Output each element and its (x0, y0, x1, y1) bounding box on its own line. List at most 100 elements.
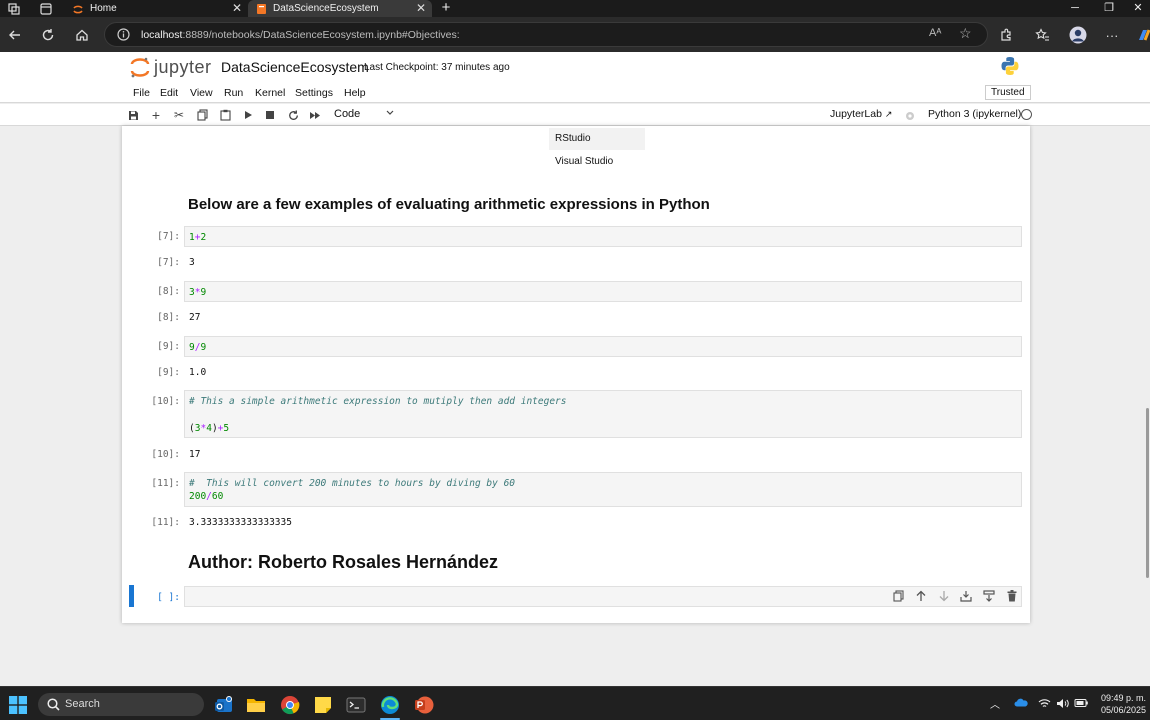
code-number: 9 (200, 342, 207, 353)
code-number: 60 (211, 491, 224, 502)
jupyter-logo-text: jupyter (154, 56, 212, 77)
python-logo-icon (1000, 56, 1020, 76)
workspaces-icon[interactable] (6, 1, 22, 16)
search-label: Search (65, 698, 100, 710)
tab-actions-icon[interactable] (38, 1, 54, 16)
run-all-icon[interactable] (308, 108, 322, 122)
menu-edit[interactable]: Edit (160, 87, 178, 99)
cell-output: 1.0 (189, 367, 207, 378)
favorites-button[interactable] (1032, 25, 1052, 45)
wifi-icon[interactable] (1038, 698, 1051, 709)
save-icon[interactable] (126, 108, 140, 122)
read-aloud-icon[interactable]: Aᴬ (929, 27, 941, 39)
puzzle-icon (1001, 28, 1011, 41)
code-cell-input[interactable]: 3*9 (184, 281, 1022, 302)
output-prompt: [11]: (151, 517, 180, 528)
browser-nav-bar: localhost:8889/notebooks/DataScienceEcos… (0, 17, 1150, 52)
close-tab-icon[interactable]: ✕ (416, 0, 426, 16)
new-tab-button[interactable]: + (434, 0, 458, 17)
stop-icon[interactable] (263, 108, 277, 122)
run-icon[interactable] (241, 108, 255, 122)
restore-button[interactable]: ❐ (1092, 0, 1126, 17)
minimize-button[interactable]: ─ (1058, 0, 1092, 17)
move-down-icon[interactable] (938, 590, 950, 602)
code-cell-input[interactable]: 1+2 (184, 226, 1022, 247)
info-icon[interactable] (117, 28, 130, 41)
profile-avatar[interactable] (1068, 25, 1088, 45)
scrollbar[interactable] (1144, 126, 1150, 686)
windows-taskbar: Search ︿ 09:49 p. m. 05/06/2025 (0, 686, 1150, 720)
windows-start-icon[interactable] (8, 695, 28, 715)
edge-icon[interactable] (380, 695, 400, 715)
close-tab-icon[interactable]: ✕ (232, 0, 242, 16)
battery-icon[interactable] (1074, 698, 1089, 708)
insert-below-icon[interactable] (983, 590, 995, 602)
volume-icon[interactable] (1056, 698, 1069, 709)
trusted-badge[interactable]: Trusted (985, 85, 1031, 100)
code-line: (3*4)+5 (189, 422, 1017, 435)
insert-above-icon[interactable] (960, 590, 972, 602)
sticky-notes-icon[interactable] (313, 695, 333, 715)
table-cell: RStudio (549, 128, 645, 150)
outlook-icon[interactable] (214, 695, 234, 715)
move-up-icon[interactable] (915, 590, 927, 602)
scrollbar-thumb[interactable] (1146, 408, 1149, 578)
code-cell-input[interactable]: 9/9 (184, 336, 1022, 357)
file-explorer-icon[interactable] (246, 695, 266, 715)
jupyter-logo-icon (130, 57, 150, 78)
back-button[interactable] (5, 25, 25, 45)
browser-tab-home[interactable]: Home ✕ (64, 0, 248, 17)
code-cell-input[interactable]: # This will convert 200 minutes to hours… (184, 472, 1022, 507)
browser-tab-notebook[interactable]: DataScienceEcosystem ✕ (248, 0, 432, 17)
refresh-button[interactable] (38, 25, 58, 45)
kernel-name[interactable]: Python 3 (ipykernel) (928, 108, 1021, 120)
jupyter-logo[interactable]: jupyter (130, 56, 212, 78)
chevron-down-icon[interactable] (386, 110, 394, 116)
copilot-icon[interactable] (1134, 25, 1150, 45)
input-prompt: [9]: (157, 341, 180, 352)
restart-icon[interactable] (286, 108, 300, 122)
add-cell-icon[interactable]: + (149, 107, 163, 123)
favorite-star-icon[interactable]: ☆ (959, 25, 972, 42)
cell-output: 17 (189, 449, 201, 460)
menu-view[interactable]: View (190, 87, 213, 99)
address-bar[interactable]: localhost:8889/notebooks/DataScienceEcos… (104, 22, 988, 47)
onedrive-icon[interactable] (1014, 698, 1028, 707)
more-options-icon[interactable]: ··· (1102, 25, 1122, 45)
menu-run[interactable]: Run (224, 87, 243, 99)
avatar-icon (1069, 26, 1087, 44)
delete-cell-icon[interactable] (1006, 590, 1018, 602)
paste-icon[interactable] (218, 108, 232, 122)
notebook-name[interactable]: DataScienceEcosystem (221, 59, 369, 75)
url-text[interactable]: localhost:8889/notebooks/DataScienceEcos… (141, 29, 460, 41)
menu-help[interactable]: Help (344, 87, 366, 99)
show-hidden-icons-chevron-icon[interactable]: ︿ (990, 696, 1000, 711)
cell-type-select[interactable]: Code (334, 108, 360, 120)
arrow-left-icon (9, 30, 20, 40)
favorites-list-icon (1034, 28, 1049, 41)
powerpoint-icon[interactable] (414, 695, 434, 715)
notebook-toolbar: + ✂ Code JupyterLab ↗ Python 3 (ipykerne… (0, 104, 1150, 126)
home-button[interactable] (72, 25, 92, 45)
jupyterlab-link[interactable]: JupyterLab ↗ (830, 108, 892, 120)
duplicate-cell-icon[interactable] (892, 590, 904, 602)
cell-output: 3.3333333333333335 (189, 517, 292, 528)
extensions-button[interactable] (996, 25, 1016, 45)
menu-settings[interactable]: Settings (295, 87, 333, 99)
close-window-button[interactable]: ✕ (1126, 0, 1150, 17)
cut-icon[interactable]: ✂ (172, 108, 186, 122)
jupyter-favicon-icon (73, 5, 83, 13)
clock-time: 09:49 p. m. (1100, 693, 1146, 703)
copy-icon[interactable] (195, 108, 209, 122)
browser-tab-bar: Home ✕ DataScienceEcosystem ✕ + ─ ❐ ✕ (0, 0, 1150, 17)
code-cell-input[interactable]: # This a simple arithmetic expression to… (184, 390, 1022, 438)
input-prompt: [ ]: (157, 592, 180, 603)
terminal-icon[interactable] (346, 695, 366, 715)
menu-kernel[interactable]: Kernel (255, 87, 285, 99)
taskbar-clock[interactable]: 09:49 p. m. 05/06/2025 (1098, 692, 1146, 716)
url-host: localhost (141, 29, 183, 41)
taskbar-search[interactable]: Search (38, 693, 204, 716)
code-number: 200 (189, 491, 207, 502)
chrome-icon[interactable] (280, 695, 300, 715)
menu-file[interactable]: File (133, 87, 150, 99)
